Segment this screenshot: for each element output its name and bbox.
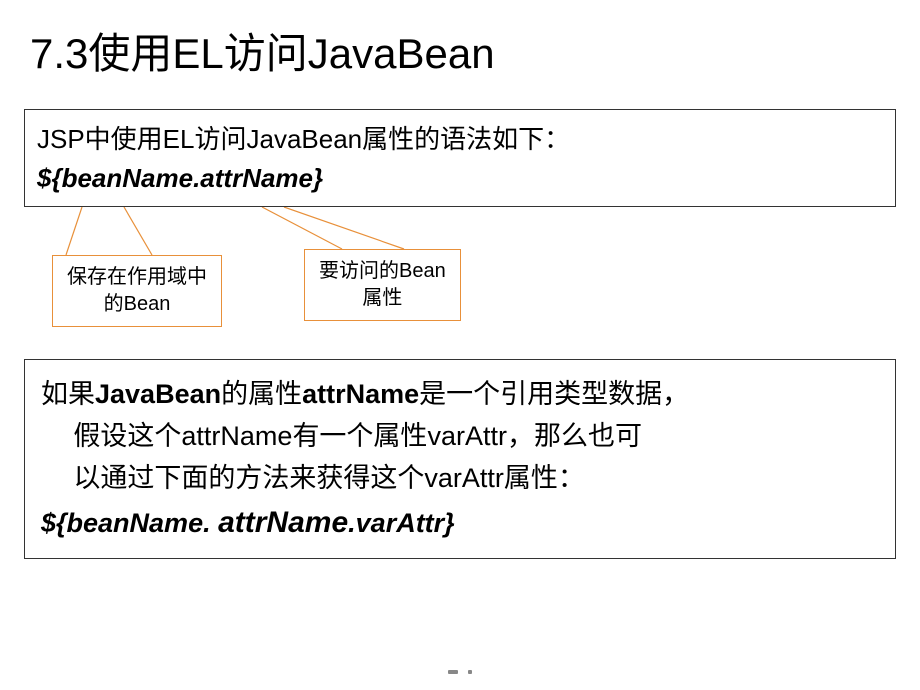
indicator-dash [448, 670, 458, 674]
box1-syntax: ${beanName.attrName} [37, 163, 883, 194]
text-seg: 假设这个 [73, 421, 181, 451]
indicator-dash [468, 670, 472, 674]
syntax-box-1: JSP中使用EL访问JavaBean属性的语法如下： ${beanName.at… [24, 109, 896, 207]
text-seg: 的属性 [221, 379, 302, 409]
callout-area: 保存在作用域中 的Bean 要访问的Bean 属性 [24, 207, 896, 347]
box2-line2: 假设这个attrName有一个属性varAttr，那么也可 [41, 416, 879, 458]
text-bold: varAttr [427, 421, 507, 451]
text-seg: 以通过下面的方法来获得这个 [73, 463, 424, 493]
callout-left-line2: 的Bean [67, 291, 207, 318]
text-seg: 如果 [41, 379, 95, 409]
text-seg: 属性： [504, 463, 585, 493]
box1-description: JSP中使用EL访问JavaBean属性的语法如下： [37, 120, 883, 159]
box2-line1: 如果JavaBean的属性attrName是一个引用类型数据， [41, 374, 879, 416]
callout-bean-attr: 要访问的Bean 属性 [304, 249, 461, 321]
box2-line3: 以通过下面的方法来获得这个varAttr属性： [41, 458, 879, 500]
callout-left-line1: 保存在作用域中 [67, 264, 207, 291]
page-indicator [448, 670, 472, 680]
callout-right-line2: 属性 [319, 285, 446, 312]
text-bold: attrName [302, 379, 419, 409]
syntax-seg: .varAttr} [348, 508, 455, 538]
syntax-box-2: 如果JavaBean的属性attrName是一个引用类型数据， 假设这个attr… [24, 359, 896, 559]
box2-syntax: ${beanName. attrName.varAttr} [41, 506, 879, 540]
text-bold: JavaBean [95, 379, 221, 409]
text-bold: varAttr [424, 463, 504, 493]
callout-bean-scope: 保存在作用域中 的Bean [52, 255, 222, 327]
text-seg: 是一个引用类型数据， [419, 379, 689, 409]
slide-title: 7.3使用EL访问JavaBean [0, 0, 920, 81]
callout-right-line1: 要访问的Bean [319, 258, 446, 285]
syntax-seg: ${beanName. [41, 508, 218, 538]
text-bold: attrName [181, 421, 292, 451]
syntax-seg-big: attrName [218, 506, 348, 539]
text-seg: ，那么也可 [507, 421, 642, 451]
text-seg: 有一个属性 [292, 421, 427, 451]
